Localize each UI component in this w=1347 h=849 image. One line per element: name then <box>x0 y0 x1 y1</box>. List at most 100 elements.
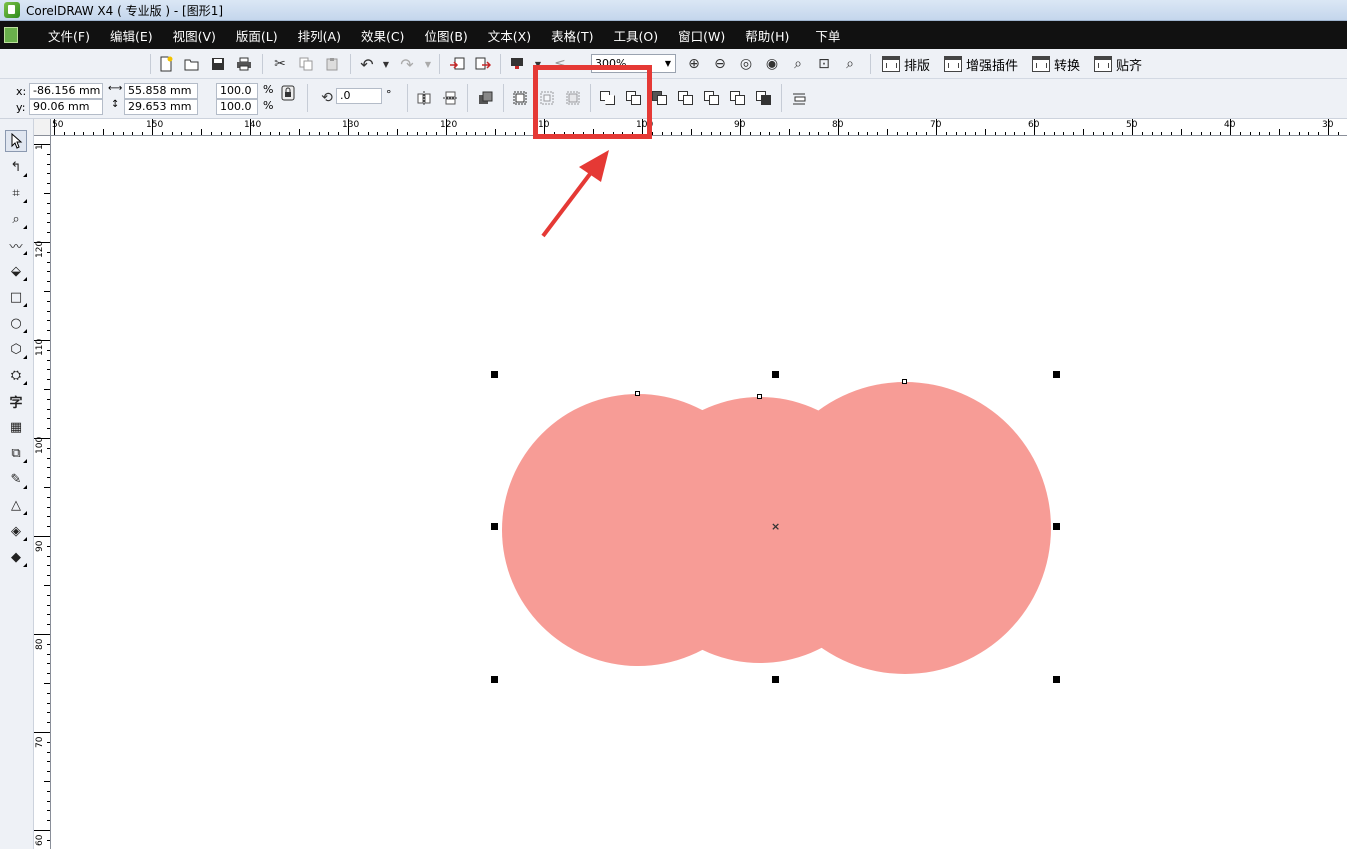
ruler-tick <box>47 644 50 645</box>
ruler-tick <box>47 467 50 468</box>
selection-handle-middle-left[interactable] <box>491 523 498 530</box>
menu-help[interactable]: 帮助(H) <box>735 26 799 45</box>
plugin-convert-button[interactable]: 转换 <box>1032 54 1080 74</box>
selection-handle-middle-right[interactable] <box>1053 523 1060 530</box>
ruler-tick <box>64 132 65 135</box>
menu-edit[interactable]: 编辑(E) <box>100 26 163 45</box>
ruler-tick <box>1054 132 1055 135</box>
zoom-page-height-icon[interactable]: ⌕ <box>840 54 860 74</box>
menu-order[interactable]: 下单 <box>805 26 850 45</box>
selection-handle-top-right[interactable] <box>1053 371 1060 378</box>
interactive-fill-tool-icon[interactable]: ◆ <box>5 546 27 568</box>
plugin-enhance-button[interactable]: 增强插件 <box>944 54 1018 74</box>
selection-handle-top-center[interactable] <box>772 371 779 378</box>
drawing-canvas[interactable]: × <box>51 136 1347 849</box>
import-icon[interactable] <box>447 54 467 74</box>
interactive-blend-tool-icon[interactable]: ⧉ <box>5 442 27 464</box>
front-minus-back-icon[interactable] <box>703 89 721 107</box>
back-minus-front-icon[interactable] <box>729 89 747 107</box>
scale-x-field[interactable]: 100.0 <box>216 83 258 99</box>
vertical-ruler[interactable]: 1 120 110 100 90 80 70 60 <box>34 136 51 849</box>
open-icon[interactable] <box>182 54 202 74</box>
horizontal-ruler[interactable]: 50 150 140 130 120 10 100 90 80 70 60 50 40 30 <box>34 119 1347 136</box>
ruler-tick <box>47 320 50 321</box>
plugin-snap-icon <box>1094 56 1112 72</box>
copy-icon[interactable] <box>296 54 316 74</box>
freehand-tool-icon[interactable]: 〰 <box>5 234 27 256</box>
menu-window[interactable]: 窗口(W) <box>668 26 735 45</box>
menu-table[interactable]: 表格(T) <box>541 26 603 45</box>
application-launcher-icon[interactable] <box>507 54 527 74</box>
ruler-tick <box>975 132 976 135</box>
selection-handle-bottom-center[interactable] <box>772 676 779 683</box>
zoom-page-width-icon[interactable]: ⊡ <box>814 54 834 74</box>
plugin-layout-button[interactable]: 排版 <box>882 54 930 74</box>
rotation-angle-field[interactable]: .0 <box>336 88 382 104</box>
paste-icon[interactable] <box>322 54 342 74</box>
x-position-field[interactable]: -86.156 mm <box>29 83 103 99</box>
ruler-origin[interactable] <box>34 119 51 136</box>
redo-dropdown-icon[interactable]: ▼ <box>424 54 432 74</box>
mirror-vertical-icon[interactable] <box>441 89 459 107</box>
table-tool-icon[interactable]: ▦ <box>5 416 27 438</box>
simplify-icon[interactable] <box>677 89 695 107</box>
menu-effects[interactable]: 效果(C) <box>351 26 414 45</box>
selection-handle-bottom-right[interactable] <box>1053 676 1060 683</box>
right-circle[interactable] <box>759 382 1051 674</box>
cut-icon[interactable]: ✂ <box>270 54 290 74</box>
middle-circle-node[interactable] <box>757 394 762 399</box>
selection-handle-top-left[interactable] <box>491 371 498 378</box>
rotation-center-marker-icon[interactable]: × <box>771 521 780 532</box>
print-icon[interactable] <box>234 54 254 74</box>
undo-dropdown-icon[interactable]: ▼ <box>382 54 390 74</box>
mirror-horizontal-icon[interactable] <box>415 89 433 107</box>
menu-arrange[interactable]: 排列(A) <box>288 26 351 45</box>
save-icon[interactable] <box>208 54 228 74</box>
zoom-tool-icon[interactable]: ⌕ <box>5 208 27 230</box>
redo-icon[interactable]: ↷ <box>397 54 417 74</box>
group-icon[interactable] <box>511 89 529 107</box>
y-position-field[interactable]: 90.06 mm <box>29 99 103 115</box>
smart-fill-tool-icon[interactable]: ⬙ <box>5 260 27 282</box>
zoom-page-icon[interactable]: ⌕ <box>788 54 808 74</box>
menu-tools[interactable]: 工具(O) <box>604 26 669 45</box>
selection-handle-bottom-left[interactable] <box>491 676 498 683</box>
pick-tool-icon[interactable] <box>5 130 27 152</box>
export-icon[interactable] <box>473 54 493 74</box>
scale-y-field[interactable]: 100.0 <box>216 99 258 115</box>
zoom-all-objects-icon[interactable]: ◉ <box>762 54 782 74</box>
plugin-snap-button[interactable]: 贴齐 <box>1094 54 1142 74</box>
right-circle-node[interactable] <box>902 379 907 384</box>
create-boundary-icon[interactable] <box>755 89 773 107</box>
toolbar-separator <box>500 54 501 74</box>
menu-file[interactable]: 文件(F) <box>38 26 100 45</box>
ellipse-tool-icon[interactable]: ○ <box>5 312 27 334</box>
eyedropper-tool-icon[interactable]: ✎ <box>5 468 27 490</box>
zoom-in-icon[interactable]: ⊕ <box>684 54 704 74</box>
rectangle-tool-icon[interactable]: □ <box>5 286 27 308</box>
basic-shapes-tool-icon[interactable]: ⛭ <box>5 364 27 386</box>
menu-view[interactable]: 视图(V) <box>163 26 226 45</box>
zoom-out-icon[interactable]: ⊖ <box>710 54 730 74</box>
new-document-icon[interactable] <box>156 54 176 74</box>
align-distribute-icon[interactable] <box>477 89 495 107</box>
menu-text[interactable]: 文本(X) <box>478 26 541 45</box>
fill-tool-icon[interactable]: ◈ <box>5 520 27 542</box>
menu-layout[interactable]: 版面(L) <box>226 26 288 45</box>
left-circle-node[interactable] <box>635 391 640 396</box>
document-icon[interactable] <box>4 27 18 43</box>
zoom-dropdown-icon[interactable]: ▼ <box>661 55 675 72</box>
polygon-tool-icon[interactable]: ⬡ <box>5 338 27 360</box>
outline-tool-icon[interactable]: △ <box>5 494 27 516</box>
undo-icon[interactable]: ↶ <box>357 54 377 74</box>
convert-outline-icon[interactable] <box>790 89 808 107</box>
lock-ratio-icon[interactable] <box>279 84 297 102</box>
crop-tool-icon[interactable]: ⌗ <box>5 182 27 204</box>
shape-tool-icon[interactable]: ↰ <box>5 156 27 178</box>
zoom-selected-icon[interactable]: ◎ <box>736 54 756 74</box>
object-height-field[interactable]: 29.653 mm <box>124 99 198 115</box>
text-tool-icon[interactable]: 字 <box>5 390 27 412</box>
object-width-field[interactable]: 55.858 mm <box>124 83 198 99</box>
intersect-icon[interactable] <box>651 89 669 107</box>
menu-bitmaps[interactable]: 位图(B) <box>414 26 477 45</box>
